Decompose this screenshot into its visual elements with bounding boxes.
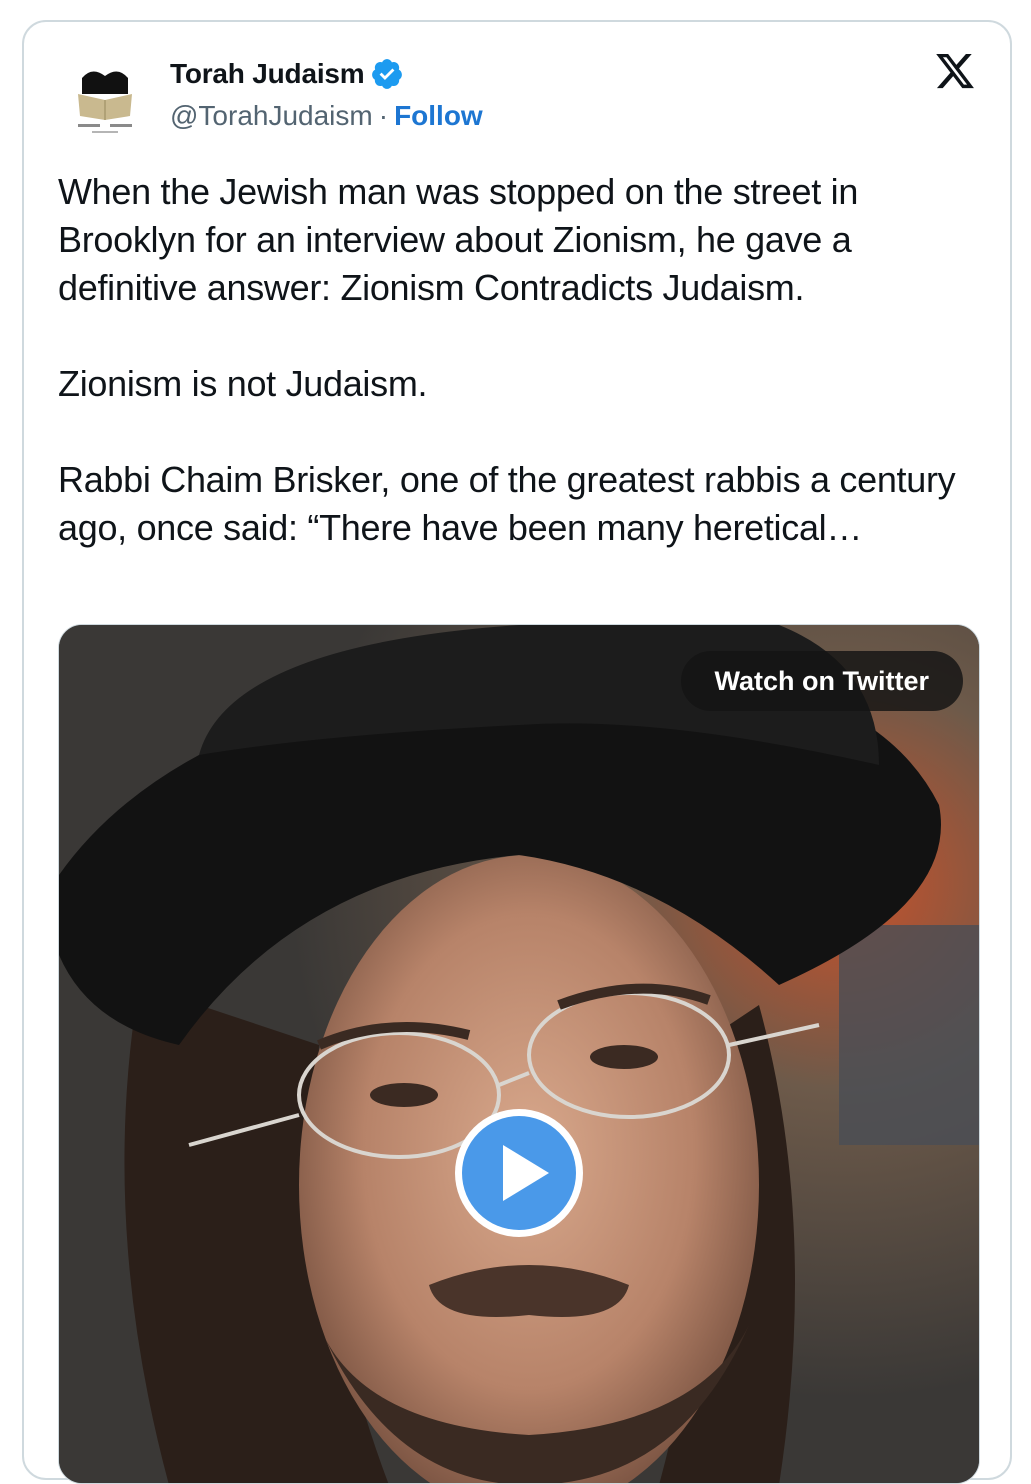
- follow-button[interactable]: Follow: [394, 100, 483, 132]
- verified-badge-icon: [372, 59, 403, 89]
- watch-on-twitter-button[interactable]: Watch on Twitter: [680, 651, 963, 711]
- play-icon[interactable]: [451, 1105, 587, 1241]
- video-thumbnail[interactable]: Watch on Twitter: [58, 624, 980, 1484]
- tweet-text: When the Jewish man was stopped on the s…: [58, 168, 978, 600]
- tweet-paragraph: When the Jewish man was stopped on the s…: [58, 171, 859, 308]
- tweet-paragraph: Zionism is not Judaism.: [58, 363, 428, 404]
- tweet-paragraph: Rabbi Chaim Brisker, one of the greatest…: [58, 459, 956, 548]
- author-handle[interactable]: @TorahJudaism: [170, 100, 373, 132]
- embedded-tweet-card[interactable]: Torah Judaism @TorahJudaism · Follow Whe…: [22, 20, 1012, 1484]
- video-still-image: [59, 625, 979, 1483]
- torah-book-logo-icon: [56, 44, 154, 142]
- x-logo-icon[interactable]: [934, 50, 976, 92]
- separator-dot: ·: [378, 100, 389, 131]
- author-avatar[interactable]: [56, 44, 154, 142]
- author-display-name[interactable]: Torah Judaism: [170, 58, 365, 90]
- author-handle-row: @TorahJudaism · Follow: [170, 98, 483, 134]
- author-name-row: Torah Judaism: [170, 56, 404, 92]
